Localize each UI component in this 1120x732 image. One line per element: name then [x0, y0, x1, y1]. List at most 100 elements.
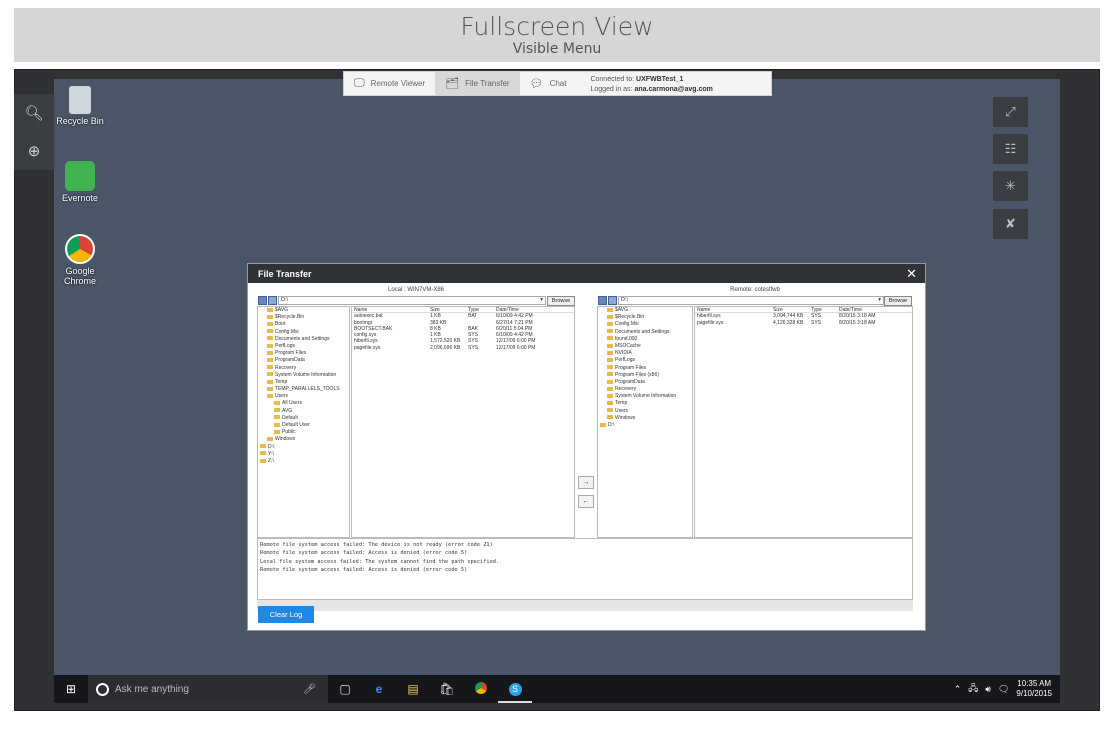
close-icon[interactable]: ✕ — [906, 266, 917, 282]
folder-icon — [607, 350, 613, 355]
remote-browse-button[interactable]: Browse — [884, 296, 912, 306]
tree-item[interactable]: Public — [258, 429, 349, 436]
tree-item[interactable]: $AVG — [598, 307, 692, 314]
tree-item[interactable]: Recovery — [258, 365, 349, 372]
tab-file-transfer[interactable]: 🗂︎ File Transfer — [435, 72, 520, 95]
tree-item[interactable]: D:\ — [598, 422, 692, 429]
cortana-search[interactable]: Ask me anything 🎤︎ — [88, 675, 328, 703]
tree-item[interactable]: Program Files — [258, 350, 349, 357]
local-folder-tree[interactable]: $AVG $Recycle.Bin Boot Config.Msi Documents … — [257, 306, 350, 538]
tree-item[interactable]: $Recycle.Bin — [598, 314, 692, 321]
tree-item[interactable]: found.000 — [598, 336, 692, 343]
table-row[interactable]: pagefile.sys 2,096,696 KB SYS 12/17/09 6:00… — [352, 345, 574, 351]
tree-item[interactable]: Program Files — [598, 365, 692, 372]
chevron-up-icon[interactable]: ⌃ — [954, 684, 962, 695]
taskbar-clock[interactable]: 10:35 AM 9/10/2015 — [1016, 679, 1052, 699]
tree-item[interactable]: Z:\ — [258, 458, 349, 465]
tree-item[interactable]: Users — [258, 393, 349, 400]
tree-item[interactable]: Windows — [258, 436, 349, 443]
column-header[interactable]: Name — [695, 307, 773, 313]
tree-item[interactable]: Config.Msi — [598, 321, 692, 328]
tree-item[interactable]: D:\ — [258, 444, 349, 451]
local-file-list[interactable]: Name Size Type Date/Time autoexec.bat 1 KB BAT… — [351, 306, 575, 538]
tree-item[interactable]: $Recycle.Bin — [258, 314, 349, 321]
tree-item[interactable]: Documents and Settings — [598, 329, 692, 336]
zoom-in-icon[interactable]: ⊕ — [14, 132, 54, 170]
desktop-icon-recycle-bin[interactable]: Recycle Bin — [50, 86, 110, 126]
tree-item[interactable]: All Users — [258, 400, 349, 407]
chrome-taskbar-icon[interactable] — [464, 681, 498, 697]
tree-item[interactable]: Program Files (x86) — [598, 372, 692, 379]
table-row[interactable]: pagefile.sys 4,126,328 KB SYS 8/20/15 3:18 … — [695, 320, 912, 326]
column-header[interactable]: Type — [811, 307, 839, 313]
tree-item[interactable]: MSOCache — [598, 343, 692, 350]
tree-item[interactable]: Users — [598, 408, 692, 415]
disconnect-icon[interactable]: ✘ — [993, 209, 1028, 239]
tree-item[interactable]: Y:\ — [258, 451, 349, 458]
network-tray-icon[interactable]: 🖧︎ — [968, 681, 978, 697]
volume-icon[interactable]: 🔊︎ — [985, 684, 991, 695]
tree-item[interactable]: PerfLogs — [258, 343, 349, 350]
tree-item[interactable]: Windows — [598, 415, 692, 422]
tree-item[interactable]: Temp — [258, 379, 349, 386]
tree-item[interactable]: ProgramData — [598, 379, 692, 386]
tab-remote-viewer[interactable]: 🖵︎ Remote Viewer — [344, 72, 435, 95]
store-icon[interactable]: 🛍︎ — [430, 682, 464, 696]
folder-icon[interactable] — [598, 296, 607, 305]
folder-icon[interactable] — [258, 296, 267, 305]
tree-item[interactable]: $AVG — [258, 307, 349, 314]
tree-item[interactable]: Default — [258, 415, 349, 422]
column-header[interactable]: Date/Time — [496, 307, 566, 313]
local-browse-button[interactable]: Browse — [547, 296, 575, 306]
tree-item[interactable]: NVIDIA — [598, 350, 692, 357]
fullscreen-icon[interactable]: ⤢ — [993, 97, 1028, 127]
microphone-icon[interactable]: 🎤︎ — [303, 684, 316, 695]
column-header[interactable]: Size — [773, 307, 811, 313]
tab-chat[interactable]: 💬︎ Chat — [520, 72, 577, 95]
file-explorer-icon[interactable]: ▤ — [396, 682, 430, 696]
local-path-input[interactable]: D:\ ▾ — [278, 296, 546, 305]
task-view-icon[interactable]: ▢ — [328, 682, 362, 696]
tree-item-label: System Volume Information — [615, 393, 677, 400]
network-icon[interactable]: ☷ — [993, 134, 1028, 164]
folder-icon — [607, 314, 613, 319]
edge-icon[interactable]: e — [362, 682, 396, 696]
upload-arrow-button[interactable]: → — [578, 476, 594, 489]
remote-path-input[interactable]: D:\ ▾ — [618, 296, 884, 305]
tab-label: Chat — [549, 79, 567, 88]
tree-item[interactable]: PerfLogs — [598, 357, 692, 364]
zoom-out-icon[interactable]: 🔍︎ — [14, 94, 54, 132]
tree-item[interactable]: AVG — [258, 408, 349, 415]
desktop-icon-chrome[interactable]: Google Chrome — [50, 234, 110, 286]
clear-log-button[interactable]: Clear Log — [258, 606, 314, 623]
loading-icon[interactable]: ✳ — [993, 171, 1028, 201]
tree-item[interactable]: Config.Msi — [258, 329, 349, 336]
column-header[interactable]: Type — [468, 307, 496, 313]
folder-icon — [267, 357, 273, 362]
tree-item[interactable]: Boot — [258, 321, 349, 328]
tree-item[interactable]: TEMP_PARALLELS_TOOLS — [258, 386, 349, 393]
tree-item[interactable]: System Volume Information — [598, 393, 692, 400]
column-header[interactable]: Date/Time — [839, 307, 909, 313]
tree-item[interactable]: Recovery — [598, 386, 692, 393]
tree-item[interactable]: Temp — [598, 400, 692, 407]
tree-item[interactable]: Documents and Settings — [258, 336, 349, 343]
tree-item[interactable]: Default User — [258, 422, 349, 429]
column-header[interactable]: Size — [430, 307, 468, 313]
windows-start-icon[interactable]: ⊞ — [54, 682, 88, 696]
remote-folder-tree[interactable]: $AVG $Recycle.Bin Config.Msi Documents and … — [597, 306, 693, 538]
tree-item-label: $Recycle.Bin — [615, 314, 645, 321]
refresh-icon[interactable] — [268, 296, 277, 305]
desktop-icon-evernote[interactable]: Evernote — [50, 161, 110, 203]
remote-path-value: D:\ — [621, 297, 629, 303]
download-arrow-button[interactable]: ← — [578, 495, 594, 508]
tree-item[interactable]: System Volume Information — [258, 372, 349, 379]
log-scrollbar[interactable] — [257, 600, 913, 611]
transfer-log[interactable]: Remote file system access failed: The de… — [257, 538, 913, 600]
skype-icon[interactable]: S — [498, 675, 532, 703]
refresh-icon[interactable] — [608, 296, 617, 305]
column-header[interactable]: Name — [352, 307, 430, 313]
remote-file-list[interactable]: Name Size Type Date/Time hiberfil.sys 3,094,7… — [694, 306, 913, 538]
notifications-icon[interactable]: 🗨︎ — [998, 684, 1009, 695]
tree-item[interactable]: ProgramData — [258, 357, 349, 364]
